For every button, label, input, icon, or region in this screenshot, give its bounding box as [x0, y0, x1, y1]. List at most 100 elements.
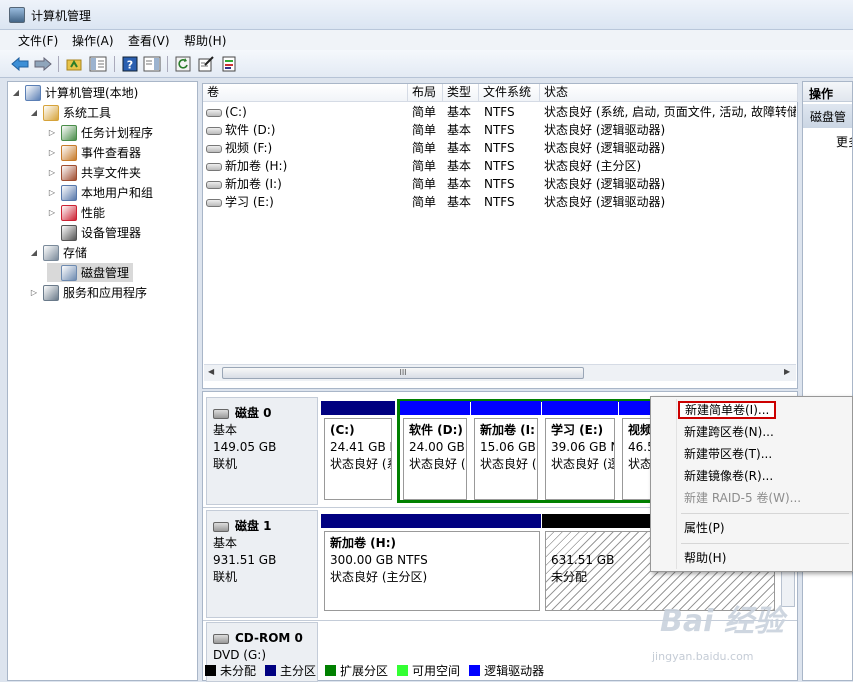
cell-text: 状态良好 (逻辑驱动器): [544, 195, 666, 209]
partition-status: 状态良好 (系: [330, 457, 392, 471]
collapse-triangle-icon[interactable]: ◢: [29, 108, 39, 117]
table-row[interactable]: 学习 (E:) 简单 基本 NTFS 状态良好 (逻辑驱动器): [203, 193, 797, 211]
disk-label[interactable]: 磁盘 0 基本 149.05 GB 联机: [206, 397, 318, 505]
cdrom-icon: [213, 633, 229, 644]
partition-block[interactable]: 学习 (E:) 39.06 GB N 状态良好 (逻: [545, 418, 615, 500]
partition-block[interactable]: (C:) 24.41 GB N 状态良好 (系: [324, 418, 392, 500]
table-row[interactable]: 新加卷 (I:) 简单 基本 NTFS 状态良好 (逻辑驱动器): [203, 175, 797, 193]
legend-swatch: [325, 664, 337, 676]
expand-triangle-icon[interactable]: ▷: [47, 188, 57, 197]
tree-item[interactable]: ▷ 本地用户和组: [47, 183, 153, 202]
cell-text: NTFS: [484, 195, 515, 209]
menu-action[interactable]: 操作(A): [72, 32, 114, 49]
disk-size: 149.05 GB: [213, 440, 277, 454]
tree-item[interactable]: ▷ 任务计划程序: [47, 123, 153, 142]
more-actions-link[interactable]: 更多: [836, 133, 852, 150]
context-menu-item[interactable]: 属性(P): [684, 519, 725, 537]
help-icon[interactable]: ?: [120, 54, 140, 74]
table-cell: 学习 (E:): [206, 193, 406, 211]
partition-color-bar: [321, 401, 395, 415]
partition-block[interactable]: 视频 46.5 状态: [622, 418, 652, 500]
cell-text: 基本: [447, 123, 472, 137]
expand-triangle-icon[interactable]: ▷: [47, 148, 57, 157]
legend-swatch: [397, 664, 409, 676]
column-header-filesystem[interactable]: 文件系统: [479, 84, 540, 102]
expand-triangle-icon[interactable]: ▷: [29, 288, 39, 297]
context-menu-item[interactable]: 帮助(H): [684, 549, 726, 567]
scroll-right-arrow-icon[interactable]: ▶: [784, 367, 790, 376]
table-cell: 简单: [412, 121, 444, 139]
menu-file[interactable]: 文件(F): [18, 32, 58, 49]
menu-view[interactable]: 查看(V): [128, 32, 170, 49]
table-cell: 状态良好 (逻辑驱动器): [544, 193, 796, 211]
partition-size: 24.00 GB: [409, 440, 465, 454]
refresh-icon[interactable]: [173, 54, 193, 74]
users-icon: [61, 184, 77, 201]
table-cell: 视频 (F:): [206, 139, 406, 157]
column-header-type[interactable]: 类型: [443, 84, 479, 102]
cell-text: 软件 (D:): [225, 123, 276, 137]
context-menu-item[interactable]: 新建带区卷(T)...: [684, 445, 772, 463]
scroll-left-arrow-icon[interactable]: ◀: [208, 367, 214, 376]
table-row[interactable]: (C:) 简单 基本 NTFS 状态良好 (系统, 启动, 页面文件, 活动, 故障转储: [203, 103, 797, 121]
menu-help[interactable]: 帮助(H): [184, 32, 226, 49]
forward-arrow-icon[interactable]: [33, 54, 53, 74]
table-cell: 基本: [447, 103, 480, 121]
cell-text: 状态良好 (系统, 启动, 页面文件, 活动, 故障转储: [544, 105, 796, 119]
disk-status: 联机: [213, 570, 238, 584]
action-pane-icon[interactable]: [142, 54, 162, 74]
collapse-triangle-icon[interactable]: ◢: [29, 248, 39, 257]
tree-item[interactable]: ▷ 性能: [47, 203, 105, 222]
table-cell: NTFS: [484, 157, 540, 175]
table-cell: 状态良好 (逻辑驱动器): [544, 121, 796, 139]
context-menu-item[interactable]: 新建镜像卷(R)...: [684, 467, 773, 485]
partition-block[interactable]: 软件 (D:) 24.00 GB 状态良好 (: [403, 418, 467, 500]
show-hide-tree-icon[interactable]: [88, 54, 108, 74]
table-row[interactable]: 软件 (D:) 简单 基本 NTFS 状态良好 (逻辑驱动器): [203, 121, 797, 139]
tree-item[interactable]: ▷ 事件查看器: [47, 143, 141, 162]
actions-section-disk-management[interactable]: 磁盘管: [803, 104, 852, 128]
table-row[interactable]: 新加卷 (H:) 简单 基本 NTFS 状态良好 (主分区): [203, 157, 797, 175]
tree-item[interactable]: ◢ 计算机管理(本地): [11, 83, 138, 102]
collapse-triangle-icon[interactable]: ◢: [11, 88, 21, 97]
tree-item[interactable]: ▷ 服务和应用程序: [29, 283, 147, 302]
clock-icon: [61, 124, 77, 141]
partition-status: 状态良好 (: [480, 457, 537, 471]
tree-item[interactable]: 磁盘管理: [47, 263, 134, 282]
back-arrow-icon[interactable]: [10, 54, 30, 74]
legend-item: 未分配: [205, 662, 256, 679]
table-cell: 状态良好 (逻辑驱动器): [544, 175, 796, 193]
expand-triangle-icon[interactable]: ▷: [47, 208, 57, 217]
partition-status: 状态良好 (逻: [551, 457, 615, 471]
expand-triangle-icon[interactable]: ▷: [47, 168, 57, 177]
disk-label[interactable]: 磁盘 1 基本 931.51 GB 联机: [206, 510, 318, 618]
tree-item[interactable]: ▷ 共享文件夹: [47, 163, 141, 182]
up-folder-icon[interactable]: [64, 54, 84, 74]
column-header-status[interactable]: 状态: [540, 84, 798, 102]
horizontal-scrollbar[interactable]: ◀ III ▶: [204, 364, 796, 381]
tree-item[interactable]: ◢ 系统工具: [29, 103, 111, 122]
column-header-volume[interactable]: 卷: [203, 84, 408, 102]
column-header-layout[interactable]: 布局: [408, 84, 443, 102]
table-row[interactable]: 视频 (F:) 简单 基本 NTFS 状态良好 (逻辑驱动器): [203, 139, 797, 157]
table-cell: 状态良好 (主分区): [544, 157, 796, 175]
table-cell: 状态良好 (系统, 启动, 页面文件, 活动, 故障转储: [544, 103, 796, 121]
partition-size: 46.5: [628, 440, 651, 454]
partition-color-bar: [542, 401, 618, 415]
partition-block[interactable]: 新加卷 (I: 15.06 GB 状态良好 (: [474, 418, 538, 500]
partition-block[interactable]: 新加卷 (H:) 300.00 GB NTFS 状态良好 (主分区): [324, 531, 540, 611]
properties-icon[interactable]: [196, 54, 216, 74]
context-menu-item[interactable]: 新建跨区卷(N)...: [684, 423, 774, 441]
disk-icon: [213, 521, 229, 532]
drive-icon: [206, 198, 222, 207]
table-cell: 新加卷 (H:): [206, 157, 406, 175]
expand-triangle-icon[interactable]: ▷: [47, 128, 57, 137]
scrollbar-thumb[interactable]: III: [222, 367, 584, 379]
context-menu-item[interactable]: 新建简单卷(I)...: [678, 401, 777, 419]
export-list-icon[interactable]: [219, 54, 239, 74]
tree-item[interactable]: 设备管理器: [47, 223, 141, 242]
tools-icon: [43, 104, 59, 121]
cell-text: (C:): [225, 105, 247, 119]
tree-item[interactable]: ◢ 存储: [29, 243, 87, 262]
table-cell: 基本: [447, 139, 480, 157]
